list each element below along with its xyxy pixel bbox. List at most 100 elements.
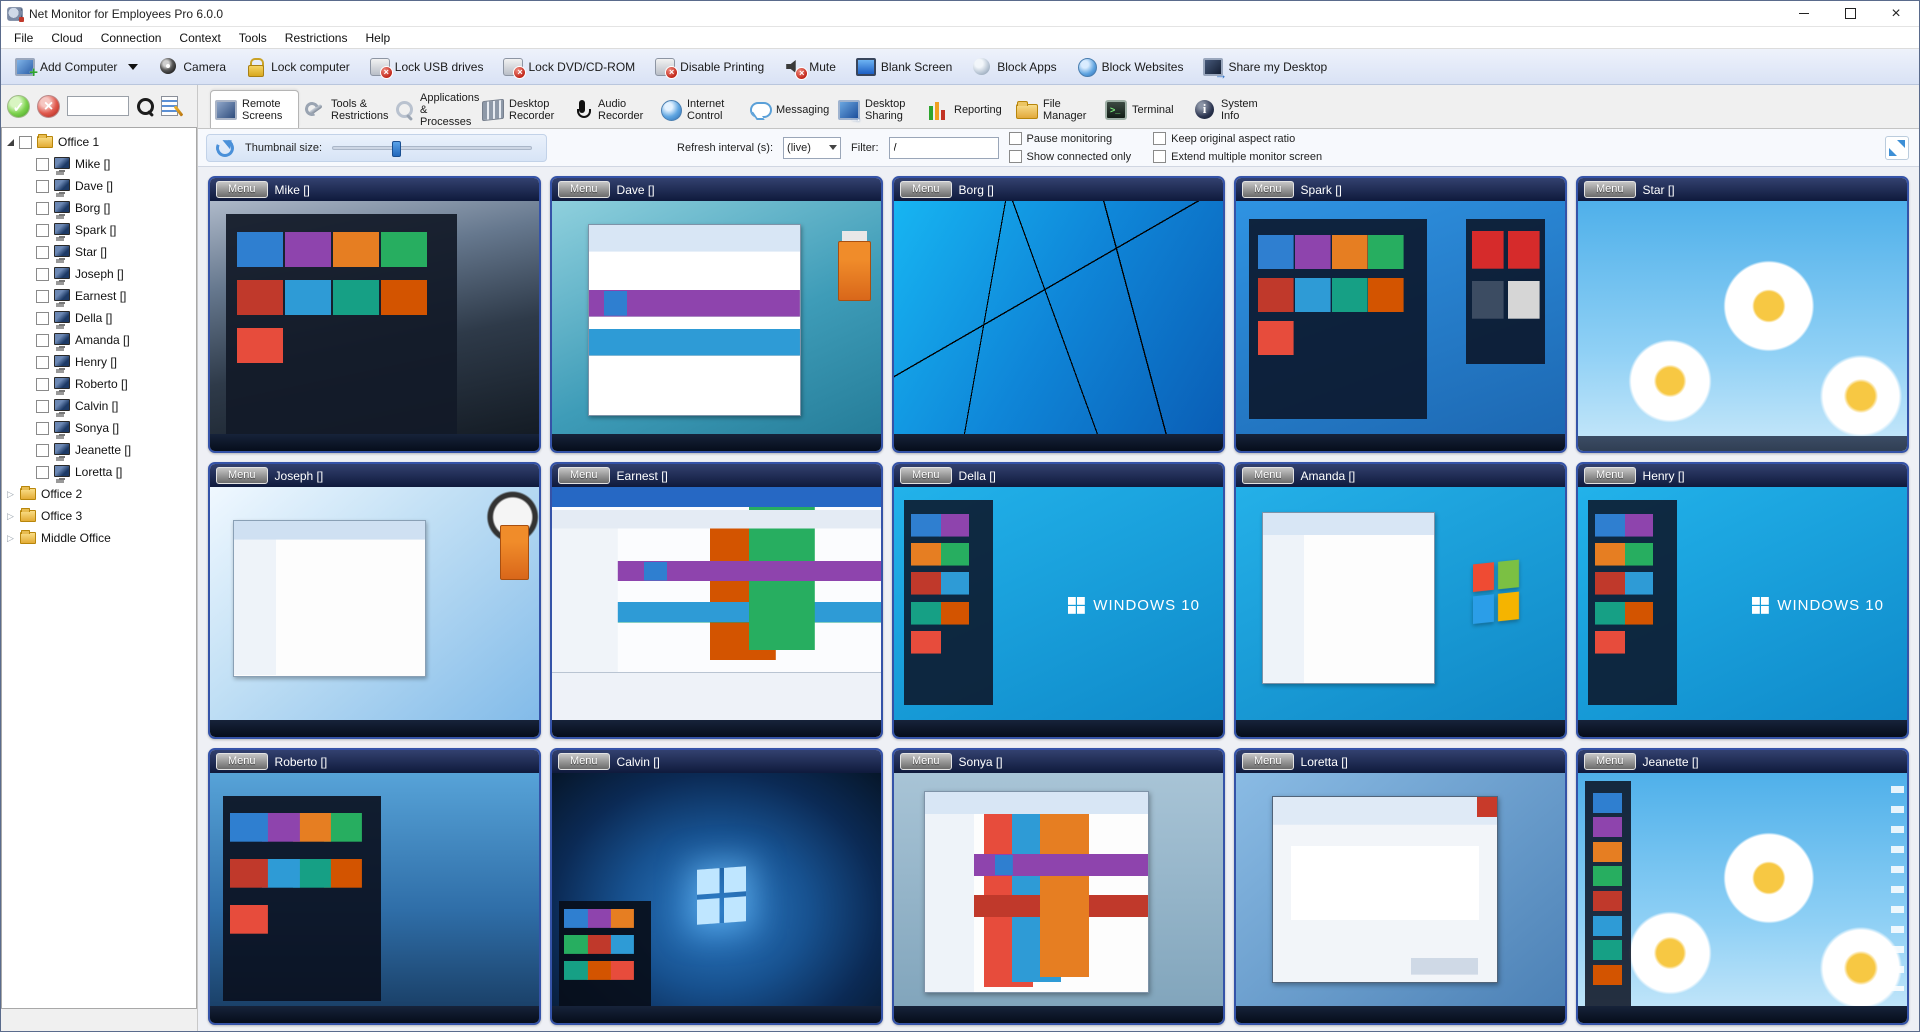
tree-item-spark[interactable]: Spark [] xyxy=(2,219,196,241)
tile-menu-button[interactable]: Menu xyxy=(1242,753,1294,770)
tab-remote-screens[interactable]: RemoteScreens xyxy=(210,90,299,128)
tile-menu-button[interactable]: Menu xyxy=(558,181,610,198)
tab-terminal[interactable]: Terminal xyxy=(1100,90,1189,128)
computer-checkbox[interactable] xyxy=(36,466,49,479)
tree-item-sonya[interactable]: Sonya [] xyxy=(2,417,196,439)
tree-item-calvin[interactable]: Calvin [] xyxy=(2,395,196,417)
keep-aspect-ratio-checkbox[interactable]: Keep original aspect ratio xyxy=(1153,131,1322,147)
tab-system-info[interactable]: SystemInfo xyxy=(1189,90,1278,128)
tree-item-loretta[interactable]: Loretta [] xyxy=(2,461,196,483)
menu-help[interactable]: Help xyxy=(356,29,399,47)
tile-menu-button[interactable]: Menu xyxy=(1242,467,1294,484)
tab-tools-restrictions[interactable]: Tools &Restrictions xyxy=(299,90,388,128)
tree-item-borg[interactable]: Borg [] xyxy=(2,197,196,219)
computer-checkbox[interactable] xyxy=(36,180,49,193)
computer-checkbox[interactable] xyxy=(36,290,49,303)
block-websites-button[interactable]: Block Websites xyxy=(1069,52,1196,82)
group-checkbox[interactable] xyxy=(19,136,32,149)
remote-screen-thumbnail[interactable] xyxy=(894,201,1223,451)
checkbox[interactable] xyxy=(1153,132,1166,145)
remote-screen-thumbnail[interactable]: WINDOWS 10 xyxy=(1578,487,1907,737)
tile-menu-button[interactable]: Menu xyxy=(900,753,952,770)
tile-menu-button[interactable]: Menu xyxy=(216,467,268,484)
tile-menu-button[interactable]: Menu xyxy=(1242,181,1294,198)
menu-cloud[interactable]: Cloud xyxy=(42,29,91,47)
tab-file-manager[interactable]: FileManager xyxy=(1011,90,1100,128)
pause-monitoring-checkbox[interactable]: Pause monitoring xyxy=(1009,131,1132,147)
tree-group-office2[interactable]: ▷Office 2 xyxy=(2,483,196,505)
tab-applications-processes[interactable]: Applications &Processes xyxy=(388,90,477,128)
tree-item-amanda[interactable]: Amanda [] xyxy=(2,329,196,351)
remote-screen-thumbnail[interactable] xyxy=(1236,201,1565,451)
notes-icon[interactable] xyxy=(161,96,178,116)
computer-checkbox[interactable] xyxy=(36,224,49,237)
show-connected-only-checkbox[interactable]: Show connected only xyxy=(1009,149,1132,165)
remote-screen-thumbnail[interactable] xyxy=(1578,773,1907,1023)
menu-restrictions[interactable]: Restrictions xyxy=(276,29,357,47)
refresh-icon[interactable] xyxy=(215,138,235,158)
checkbox[interactable] xyxy=(1009,132,1022,145)
computer-checkbox[interactable] xyxy=(36,422,49,435)
menu-context[interactable]: Context xyxy=(170,29,229,47)
checkbox[interactable] xyxy=(1153,150,1166,163)
tree-item-joseph[interactable]: Joseph [] xyxy=(2,263,196,285)
maximize-button[interactable] xyxy=(1827,1,1873,27)
checkbox[interactable] xyxy=(1009,150,1022,163)
search-icon[interactable] xyxy=(136,97,154,115)
remote-screen-thumbnail[interactable] xyxy=(552,201,881,451)
chevron-down-icon[interactable] xyxy=(128,64,138,70)
tile-menu-button[interactable]: Menu xyxy=(1584,753,1636,770)
computer-checkbox[interactable] xyxy=(36,158,49,171)
computer-checkbox[interactable] xyxy=(36,400,49,413)
add-computer-button[interactable]: Add Computer xyxy=(7,52,150,82)
remote-screen-thumbnail[interactable] xyxy=(210,487,539,737)
block-apps-button[interactable]: Block Apps xyxy=(964,52,1068,82)
remote-screen-thumbnail[interactable] xyxy=(894,773,1223,1023)
remote-screen-thumbnail[interactable] xyxy=(1236,487,1565,737)
tab-messaging[interactable]: Messaging xyxy=(744,90,833,128)
close-button[interactable] xyxy=(1873,1,1919,27)
remote-screen-thumbnail[interactable] xyxy=(1236,773,1565,1023)
menu-file[interactable]: File xyxy=(5,29,42,47)
computer-checkbox[interactable] xyxy=(36,444,49,457)
lock-dvd-button[interactable]: Lock DVD/CD-ROM xyxy=(495,52,647,82)
tree-item-henry[interactable]: Henry [] xyxy=(2,351,196,373)
fullscreen-icon[interactable] xyxy=(1885,136,1909,160)
slider-handle[interactable] xyxy=(392,141,401,157)
tile-menu-button[interactable]: Menu xyxy=(558,753,610,770)
collapse-arrow-icon[interactable]: ▷ xyxy=(7,489,15,500)
connect-button[interactable] xyxy=(7,95,30,118)
lock-computer-button[interactable]: Lock computer xyxy=(238,52,362,82)
remote-screen-thumbnail[interactable] xyxy=(210,201,539,451)
mute-button[interactable]: Mute xyxy=(776,52,848,82)
menu-connection[interactable]: Connection xyxy=(92,29,171,47)
tree-item-mike[interactable]: Mike [] xyxy=(2,153,196,175)
search-input[interactable] xyxy=(67,96,129,116)
tile-menu-button[interactable]: Menu xyxy=(216,181,268,198)
tab-desktop-recorder[interactable]: DesktopRecorder xyxy=(477,90,566,128)
refresh-interval-select[interactable]: (live) xyxy=(783,137,841,159)
tab-audio-recorder[interactable]: AudioRecorder xyxy=(566,90,655,128)
tile-menu-button[interactable]: Menu xyxy=(1584,467,1636,484)
filter-input[interactable] xyxy=(889,137,999,159)
tree-item-roberto[interactable]: Roberto [] xyxy=(2,373,196,395)
thumbnail-size-slider[interactable] xyxy=(332,146,532,150)
computer-checkbox[interactable] xyxy=(36,356,49,369)
remote-screen-thumbnail[interactable]: WINDOWS 10 xyxy=(894,487,1223,737)
tree-item-star[interactable]: Star [] xyxy=(2,241,196,263)
tab-reporting[interactable]: Reporting xyxy=(922,90,1011,128)
computer-checkbox[interactable] xyxy=(36,378,49,391)
computer-checkbox[interactable] xyxy=(36,312,49,325)
tree-group-office3[interactable]: ▷Office 3 xyxy=(2,505,196,527)
blank-screen-button[interactable]: Blank Screen xyxy=(848,52,964,82)
remote-screen-thumbnail[interactable] xyxy=(1578,201,1907,451)
disable-printing-button[interactable]: Disable Printing xyxy=(647,52,776,82)
collapse-arrow-icon[interactable]: ▷ xyxy=(7,533,15,544)
minimize-button[interactable] xyxy=(1781,1,1827,27)
tile-menu-button[interactable]: Menu xyxy=(1584,181,1636,198)
remote-screen-thumbnail[interactable] xyxy=(210,773,539,1023)
tile-menu-button[interactable]: Menu xyxy=(216,753,268,770)
extend-monitor-checkbox[interactable]: Extend multiple monitor screen xyxy=(1153,149,1322,165)
tile-menu-button[interactable]: Menu xyxy=(900,181,952,198)
menu-tools[interactable]: Tools xyxy=(230,29,276,47)
